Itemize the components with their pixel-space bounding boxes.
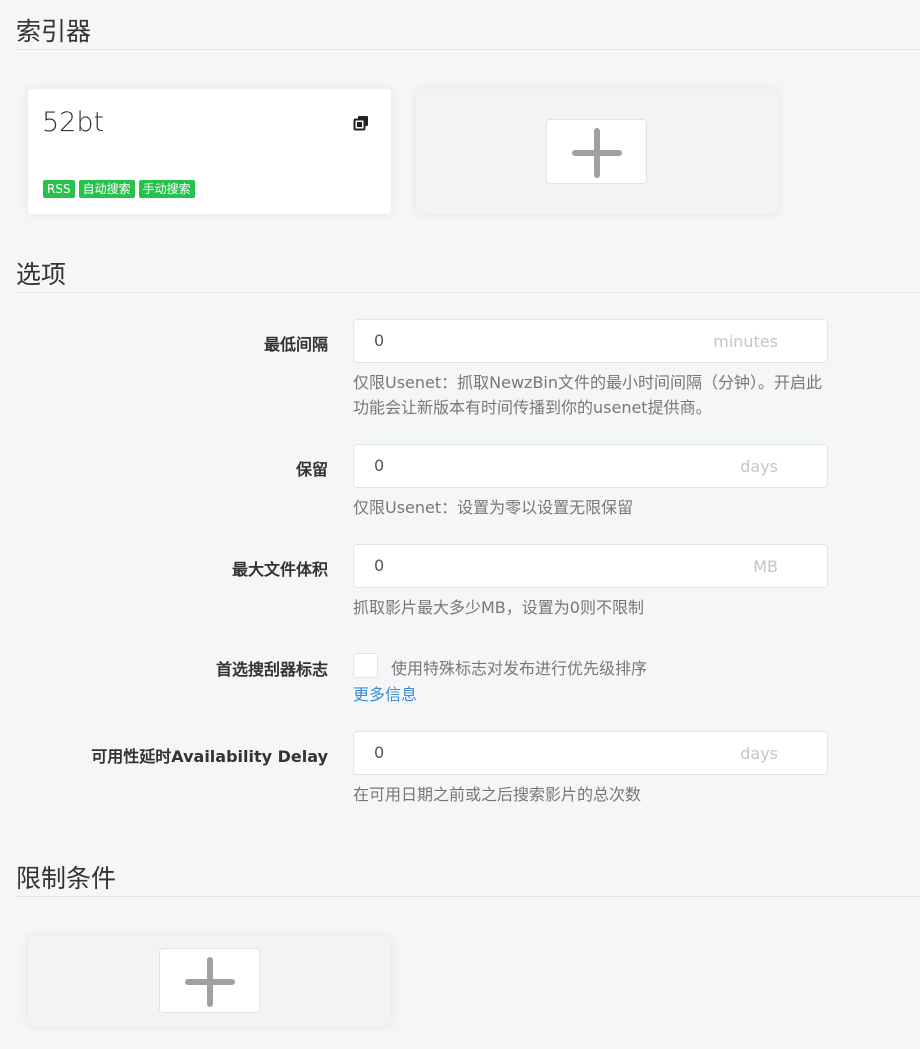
section-divider — [16, 49, 920, 50]
tag-manual-search: 手动搜索 — [138, 180, 195, 198]
add-indexer-button[interactable] — [546, 119, 647, 184]
retention-help: 仅限Usenet：设置为零以设置无限保留 — [353, 498, 634, 517]
retention-input[interactable] — [374, 456, 674, 475]
plus-icon — [185, 957, 235, 1007]
availability-delay-field[interactable]: days — [353, 731, 828, 775]
min-interval-field[interactable]: minutes — [353, 319, 828, 363]
max-size-label: 最大文件体积 — [231, 560, 328, 579]
availability-delay-unit: days — [740, 744, 778, 763]
indexer-card-52bt[interactable]: 52bt RSS 自动搜索 手动搜索 — [28, 89, 391, 214]
tag-rss: RSS — [43, 180, 75, 198]
availability-delay-label: 可用性延时Availability Delay — [91, 747, 328, 766]
availability-delay-help: 在可用日期之前或之后搜索影片的总次数 — [353, 785, 642, 804]
section-title-options: 选项 — [16, 260, 67, 289]
indexer-name: 52bt — [42, 107, 105, 138]
max-size-unit: MB — [753, 557, 778, 576]
more-info-link[interactable]: 更多信息 — [353, 681, 417, 705]
tag-automatic-search: 自动搜索 — [78, 180, 135, 198]
min-interval-input[interactable] — [374, 331, 674, 350]
prefer-flags-label: 首选搜刮器标志 — [215, 660, 328, 679]
clone-icon[interactable] — [353, 115, 369, 131]
retention-field[interactable]: days — [353, 444, 828, 488]
min-interval-label: 最低间隔 — [263, 335, 328, 354]
max-size-input[interactable] — [374, 556, 674, 575]
retention-unit: days — [740, 457, 778, 476]
add-restriction-button[interactable] — [159, 948, 260, 1013]
prefer-flags-checkbox-label[interactable]: 使用特殊标志对发布进行优先级排序 — [391, 655, 647, 679]
prefer-flags-checkbox[interactable] — [353, 653, 378, 678]
min-interval-unit: minutes — [713, 332, 778, 351]
add-restriction-card — [28, 936, 391, 1026]
max-size-field[interactable]: MB — [353, 544, 828, 588]
min-interval-help: 仅限Usenet：抓取NewzBin文件的最小时间间隔（分钟）。开启此功能会让新… — [353, 373, 823, 417]
indexer-tags: RSS 自动搜索 手动搜索 — [43, 180, 195, 198]
section-divider — [16, 896, 920, 897]
section-title-restrictions: 限制条件 — [16, 864, 117, 893]
availability-delay-input[interactable] — [374, 743, 674, 762]
retention-label: 保留 — [295, 460, 328, 479]
add-indexer-card — [416, 89, 778, 214]
plus-icon — [572, 128, 622, 178]
section-title-indexers: 索引器 — [16, 17, 92, 46]
section-divider — [16, 292, 920, 293]
max-size-help: 抓取影片最大多少MB，设置为0则不限制 — [353, 598, 644, 617]
